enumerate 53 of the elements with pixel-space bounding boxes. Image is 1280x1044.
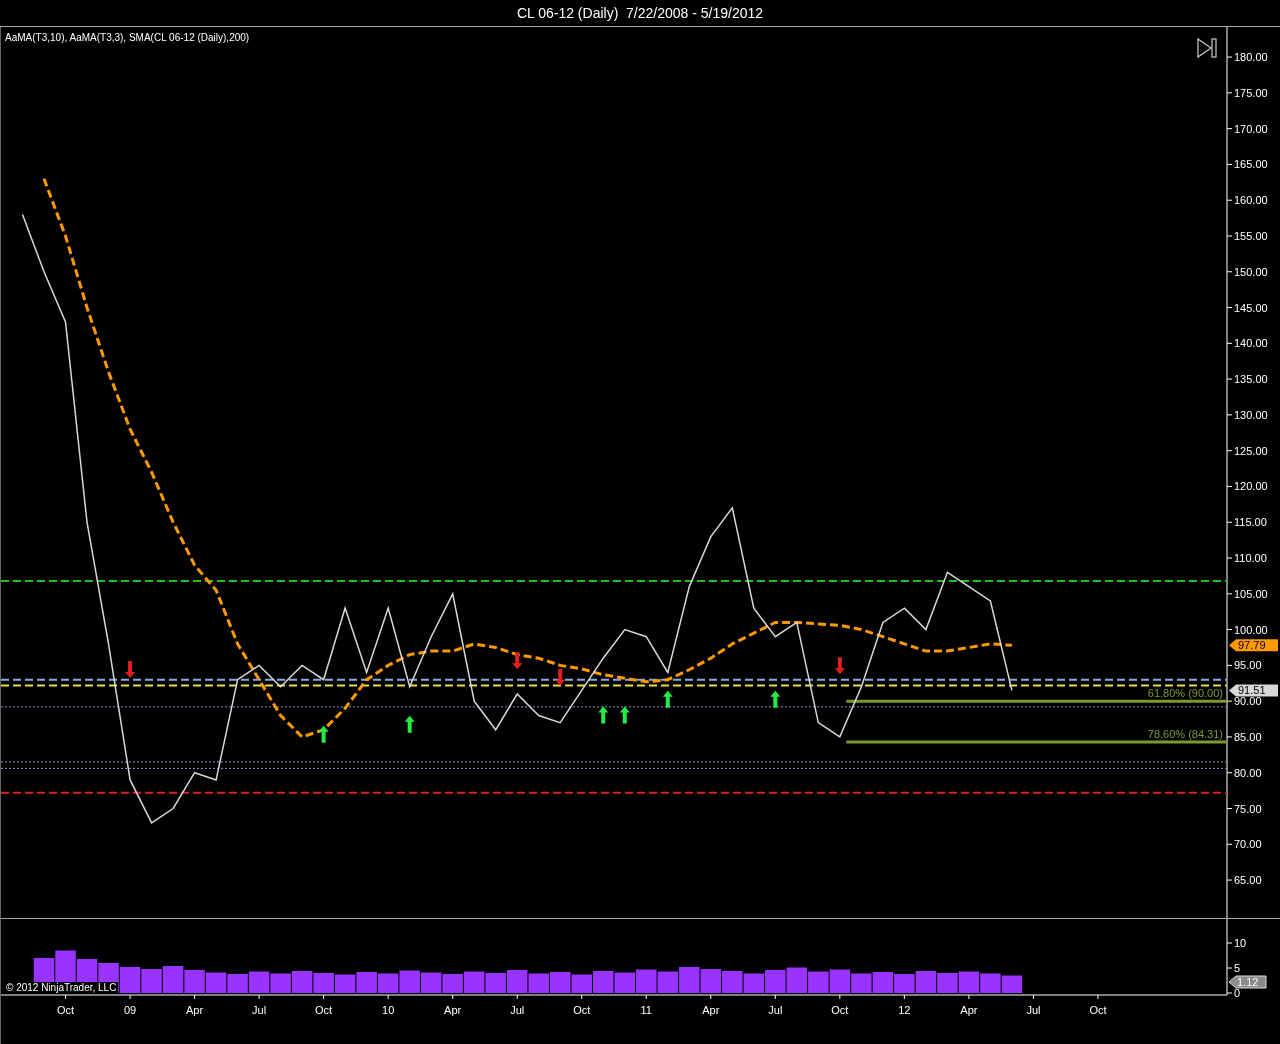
price-tag: 1.12: [1228, 975, 1267, 989]
axis-label: 85.00: [1234, 730, 1262, 743]
skip-to-end-icon[interactable]: [1197, 37, 1217, 59]
fibonacci-label: 61.80% (90.00): [1147, 687, 1223, 700]
axis-label: 10: [1234, 937, 1247, 949]
axis-label: 10: [382, 1004, 395, 1016]
axis-label: Oct: [315, 1004, 333, 1016]
copyright-text: © 2012 NinjaTrader, LLC: [4, 982, 119, 993]
indicator-legend: AaMA(T3,10), AaMA(T3,3), SMA(CL 06-12 (Daily),200): [5, 32, 250, 43]
axis-label: 95.00: [1234, 659, 1262, 672]
axis-label: Oct: [573, 1004, 591, 1016]
axis-label: 140.00: [1234, 337, 1268, 350]
axis-label: 145.00: [1234, 301, 1268, 314]
axis-label: Apr: [702, 1004, 720, 1016]
axis-label: 80.00: [1234, 766, 1262, 779]
axis-label: 135.00: [1234, 373, 1268, 386]
axis-label: 0: [1234, 987, 1241, 999]
axis-label: 100.00: [1234, 623, 1268, 636]
axis-label: Apr: [960, 1004, 978, 1016]
axis-label: 115.00: [1234, 516, 1267, 529]
axis-label: Jul: [510, 1004, 525, 1016]
fibonacci-label: 78.60% (84.31): [1147, 727, 1223, 740]
price-tag: 97.79: [1229, 639, 1278, 652]
axis-label: Oct: [56, 1004, 75, 1016]
axis-label: 75.00: [1234, 802, 1262, 815]
axis-label: 105.00: [1234, 587, 1268, 600]
axis-label: 165.00: [1234, 158, 1268, 171]
axis-label: Jul: [252, 1004, 267, 1016]
axis-label: Apr: [186, 1004, 204, 1016]
axis-label: 170.00: [1234, 122, 1268, 135]
axis-label: Oct: [1089, 1004, 1107, 1016]
price-tag: 91.51: [1229, 684, 1278, 697]
axis-label: 130.00: [1234, 408, 1268, 421]
axis-label: 120.00: [1234, 480, 1268, 493]
axis-label: 180.00: [1234, 51, 1268, 64]
axis-label: 90.00: [1234, 695, 1262, 708]
axis-label: 11: [640, 1004, 652, 1016]
axis-label: Jul: [1026, 1004, 1041, 1016]
axis-label: 70.00: [1234, 838, 1262, 851]
axis-label: 175.00: [1234, 86, 1268, 99]
axis-label: Apr: [444, 1004, 462, 1016]
axis-label: 110.00: [1234, 552, 1267, 564]
axis-label: 160.00: [1234, 194, 1268, 207]
axis-label: Jul: [768, 1004, 783, 1016]
axis-label: 12: [898, 1004, 911, 1016]
axis-label: 125.00: [1234, 444, 1268, 457]
axis-label: 65.00: [1234, 874, 1262, 887]
axis-label: 5: [1234, 962, 1241, 974]
window-title: CL 06-12 (Daily) 7/22/2008 - 5/19/2012: [0, 0, 1280, 27]
axis-label: 155.00: [1234, 229, 1268, 242]
axis-label: 150.00: [1234, 265, 1268, 278]
axis-label: 09: [123, 1004, 137, 1016]
axis-label: Oct: [831, 1004, 849, 1016]
